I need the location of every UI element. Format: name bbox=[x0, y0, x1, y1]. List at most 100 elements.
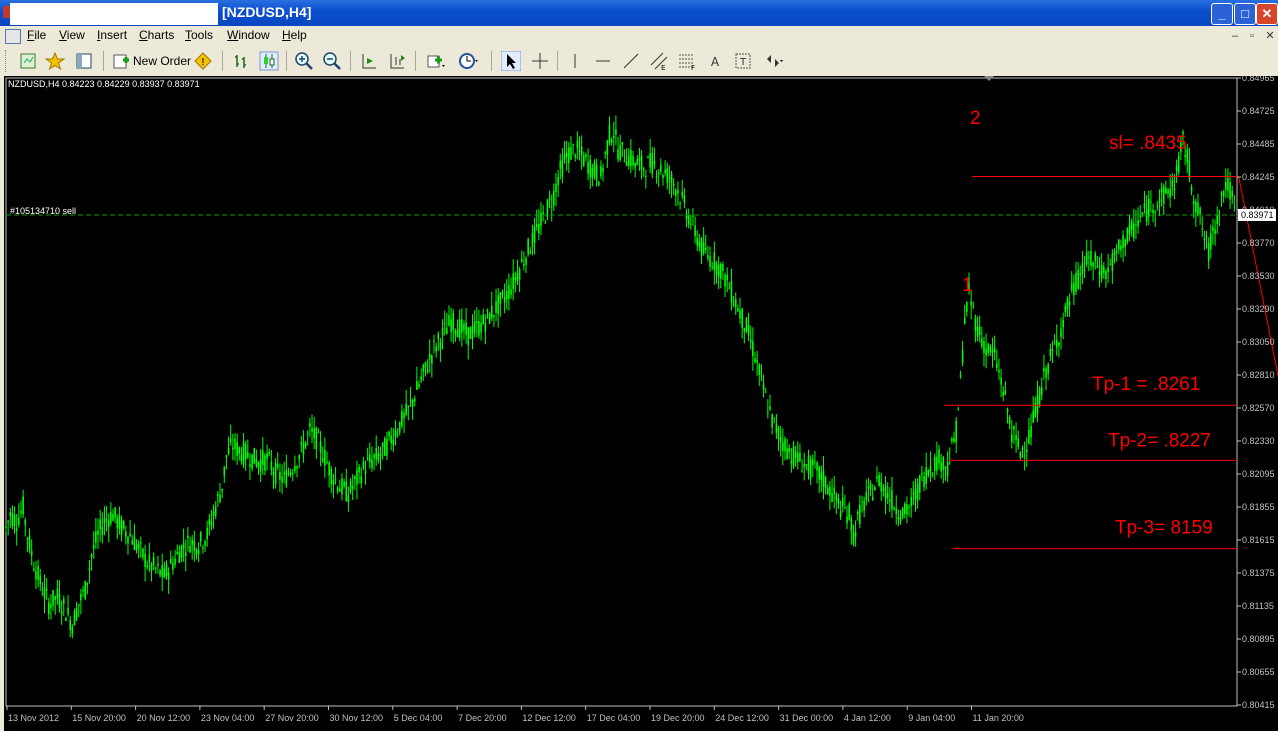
menu-view[interactable]: View bbox=[59, 28, 85, 42]
fibonacci-icon[interactable]: F bbox=[677, 51, 697, 72]
candle-body bbox=[1090, 250, 1092, 266]
arrows-icon[interactable] bbox=[763, 51, 783, 71]
candle-body bbox=[469, 327, 472, 339]
candle-body bbox=[936, 456, 938, 471]
candle-body bbox=[865, 492, 868, 501]
chart-shift-icon[interactable] bbox=[359, 51, 379, 71]
candle-body bbox=[1152, 209, 1154, 214]
candle-body bbox=[289, 472, 292, 475]
candle-body bbox=[636, 159, 639, 166]
candle-body bbox=[1055, 339, 1058, 348]
candle-body bbox=[906, 504, 908, 515]
x-tick-label: 7 Dec 20:00 bbox=[458, 713, 507, 723]
zoom-out-icon[interactable] bbox=[322, 51, 342, 71]
candle-body bbox=[811, 459, 814, 466]
candle-body bbox=[127, 536, 129, 544]
crosshair-icon[interactable] bbox=[530, 51, 550, 71]
candle-body bbox=[92, 545, 95, 549]
candle-body bbox=[966, 301, 968, 313]
candle-body bbox=[747, 324, 750, 336]
candle-body bbox=[816, 462, 818, 471]
candle-body bbox=[891, 490, 893, 510]
autoscroll-icon[interactable] bbox=[387, 51, 407, 71]
candle-body bbox=[557, 176, 559, 186]
maximize-button[interactable]: □ bbox=[1234, 3, 1256, 25]
candle-body bbox=[630, 149, 632, 167]
menu-charts[interactable]: Charts bbox=[139, 28, 174, 42]
candle-body bbox=[50, 604, 52, 609]
mdi-minimize-button[interactable]: – bbox=[1228, 29, 1242, 43]
add-indicator-icon[interactable] bbox=[425, 51, 445, 71]
text-label-icon[interactable]: T bbox=[733, 51, 753, 71]
profiles-icon[interactable] bbox=[18, 51, 38, 71]
candle-body bbox=[1002, 391, 1005, 396]
x-tick-label: 20 Nov 12:00 bbox=[137, 713, 191, 723]
candle-body bbox=[927, 470, 930, 476]
candle-body bbox=[863, 500, 865, 511]
x-tick-label: 27 Nov 20:00 bbox=[265, 713, 319, 723]
candle-body bbox=[585, 154, 587, 158]
candle-body bbox=[683, 195, 686, 203]
candle-body bbox=[1225, 182, 1227, 190]
candle-body bbox=[572, 144, 574, 146]
order-label[interactable]: #105134710 sell bbox=[10, 206, 76, 216]
menu-insert[interactable]: Insert bbox=[97, 28, 127, 42]
menu-tools[interactable]: Tools bbox=[185, 28, 213, 42]
menu-window[interactable]: Window bbox=[227, 28, 270, 42]
candle-body bbox=[565, 152, 568, 157]
candle-body bbox=[7, 520, 9, 523]
favorites-icon[interactable] bbox=[44, 51, 66, 71]
bar-chart-icon[interactable] bbox=[231, 51, 251, 71]
navigator-icon[interactable] bbox=[74, 51, 94, 71]
candle-body bbox=[621, 142, 624, 145]
candle-body bbox=[831, 492, 833, 503]
candle-body bbox=[28, 535, 31, 550]
candle-body bbox=[495, 301, 497, 313]
candle-body bbox=[90, 554, 93, 558]
candle-body bbox=[321, 458, 324, 462]
vertical-line-icon[interactable] bbox=[565, 51, 585, 71]
periods-icon[interactable] bbox=[458, 51, 478, 71]
close-button[interactable]: ✕ bbox=[1256, 3, 1278, 25]
equidistant-channel-icon[interactable]: E bbox=[649, 51, 669, 72]
trendline-icon[interactable] bbox=[621, 51, 641, 71]
mdi-restore-button[interactable]: ▫ bbox=[1245, 29, 1259, 43]
y-tick-label: 0.80895 bbox=[1242, 634, 1275, 644]
minimize-button[interactable]: _ bbox=[1211, 3, 1233, 25]
candle-body bbox=[62, 599, 65, 604]
zoom-in-icon[interactable] bbox=[294, 51, 314, 71]
text-icon[interactable]: A bbox=[705, 51, 725, 71]
candle-body bbox=[163, 568, 166, 578]
cursor-icon[interactable] bbox=[500, 50, 522, 72]
candle-body bbox=[998, 370, 1000, 373]
candle-body bbox=[146, 565, 149, 568]
toolbar-separator bbox=[350, 51, 351, 71]
menu-file[interactable]: File bbox=[27, 28, 46, 42]
menu-help[interactable]: Help bbox=[282, 28, 307, 42]
candle-body bbox=[334, 478, 337, 480]
candle-body bbox=[726, 274, 728, 281]
y-tick-label: 0.81375 bbox=[1242, 568, 1275, 578]
price-chart[interactable]: 2 1 sl= .8435 Tp-1 = .8261 Tp-2= .8227 Tp-3= … bbox=[4, 76, 1278, 731]
horizontal-line-icon[interactable] bbox=[593, 51, 613, 71]
candle-body bbox=[782, 442, 784, 451]
mdi-close-button[interactable]: ✕ bbox=[1263, 29, 1277, 43]
candle-body bbox=[651, 153, 654, 174]
candle-body bbox=[371, 459, 373, 468]
autotrading-icon[interactable]: ! bbox=[193, 51, 213, 71]
candle-body bbox=[1015, 435, 1017, 440]
candle-body bbox=[167, 572, 170, 580]
candle-body bbox=[878, 475, 880, 487]
document-icon[interactable] bbox=[5, 29, 21, 44]
candle-body bbox=[773, 417, 776, 419]
candle-body bbox=[210, 521, 213, 527]
candle-body bbox=[287, 473, 290, 475]
candle-body bbox=[535, 224, 538, 228]
candle-body bbox=[388, 431, 390, 437]
candle-body bbox=[296, 466, 298, 469]
candle-body bbox=[874, 487, 876, 491]
candlestick-icon[interactable] bbox=[259, 51, 279, 71]
candle-body bbox=[386, 438, 388, 456]
candle-body bbox=[514, 276, 517, 280]
candle-body bbox=[578, 150, 581, 153]
